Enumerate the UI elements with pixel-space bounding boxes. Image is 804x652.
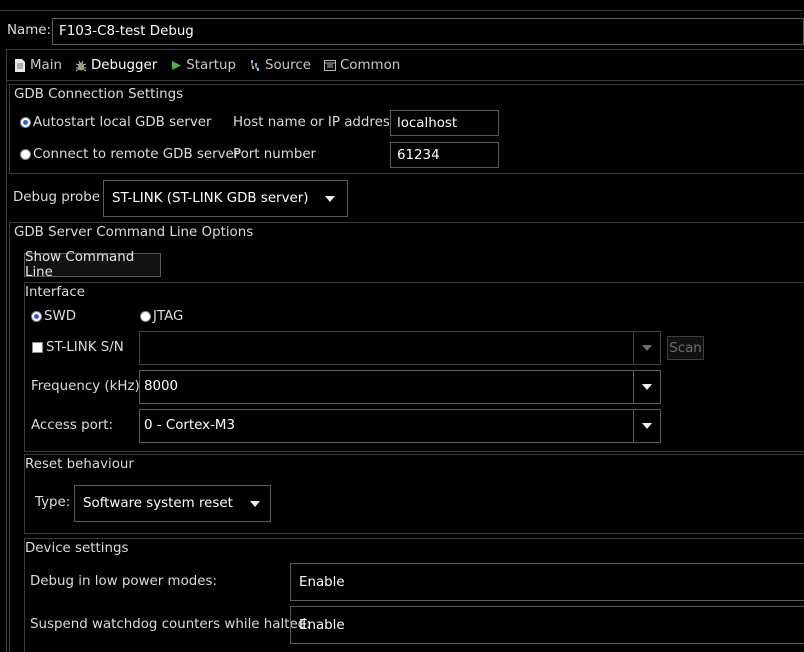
- document-icon: [15, 58, 25, 72]
- name-input[interactable]: F103-C8-test Debug: [52, 18, 804, 45]
- tab-main-label: Main: [30, 57, 62, 73]
- jtag-label: JTAG: [153, 309, 184, 324]
- frequency-combo[interactable]: 8000: [139, 370, 661, 404]
- swd-radio-button[interactable]: [31, 311, 42, 322]
- reset-title: Reset behaviour: [25, 457, 134, 472]
- top-divider: [0, 10, 803, 11]
- watchdog-select[interactable]: Enable: [290, 606, 804, 644]
- debug-probe-label: Debug probe: [13, 190, 100, 205]
- gdb-connection-title: GDB Connection Settings: [14, 87, 184, 102]
- frequency-dropdown[interactable]: [633, 371, 660, 403]
- stlink-sn-combo[interactable]: [139, 331, 661, 365]
- debug-probe-value: ST-LINK (ST-LINK GDB server): [112, 191, 309, 206]
- bug-icon: [75, 60, 87, 71]
- tab-startup[interactable]: Startup: [170, 56, 236, 74]
- port-input-value: 61234: [397, 147, 440, 163]
- access-port-combo[interactable]: 0 - Cortex-M3: [139, 409, 661, 443]
- tab-source[interactable]: Source: [249, 56, 311, 74]
- stlink-sn-checkbox[interactable]: ST-LINK S/N: [32, 340, 124, 355]
- autostart-radio[interactable]: Autostart local GDB server: [20, 115, 212, 130]
- tab-source-label: Source: [264, 57, 311, 73]
- swd-radio[interactable]: SWD: [31, 309, 76, 324]
- host-label: Host name or IP address: [233, 115, 397, 130]
- stlink-sn-label: ST-LINK S/N: [46, 340, 124, 355]
- remote-radio-button[interactable]: [20, 149, 31, 160]
- debug-probe-select[interactable]: ST-LINK (ST-LINK GDB server): [103, 180, 348, 217]
- tab-divider: [7, 80, 804, 81]
- stlink-sn-check[interactable]: [32, 342, 43, 353]
- tab-debugger-label: Debugger: [90, 57, 158, 73]
- autostart-label: Autostart local GDB server: [33, 115, 212, 130]
- scan-button[interactable]: Scan: [667, 336, 704, 360]
- tab-common[interactable]: Common: [323, 56, 401, 74]
- swd-label: SWD: [44, 309, 77, 324]
- access-port-value: 0 - Cortex-M3: [144, 418, 235, 433]
- watchdog-value: Enable: [299, 617, 345, 633]
- stlink-sn-dropdown[interactable]: [633, 332, 660, 364]
- remote-label: Connect to remote GDB server: [33, 147, 240, 162]
- name-label: Name:: [7, 23, 52, 38]
- port-label: Port number: [233, 147, 317, 162]
- source-icon: [250, 59, 259, 71]
- common-icon: [323, 59, 336, 71]
- jtag-radio-button[interactable]: [140, 311, 151, 322]
- jtag-radio[interactable]: JTAG: [140, 309, 183, 324]
- interface-title: Interface: [25, 285, 85, 300]
- chevron-down-icon: [642, 384, 652, 390]
- scan-label: Scan: [669, 340, 702, 356]
- tab-common-label: Common: [339, 57, 401, 73]
- low-power-value: Enable: [299, 574, 345, 590]
- name-input-value: F103-C8-test Debug: [59, 24, 194, 39]
- low-power-select[interactable]: Enable: [290, 563, 804, 601]
- run-icon: [172, 60, 182, 70]
- tab-debugger[interactable]: Debugger: [75, 56, 157, 74]
- low-power-label: Debug in low power modes:: [30, 574, 217, 589]
- access-port-label: Access port:: [31, 418, 114, 433]
- autostart-radio-button[interactable]: [20, 117, 31, 128]
- tab-bar: Main Debugger Startup Source Common: [14, 56, 400, 74]
- remote-radio[interactable]: Connect to remote GDB server: [20, 147, 239, 162]
- chevron-down-icon: [250, 501, 260, 507]
- access-port-dropdown[interactable]: [633, 410, 660, 442]
- host-input[interactable]: localhost: [390, 110, 499, 136]
- tab-startup-label: Startup: [186, 57, 236, 73]
- reset-type-label: Type:: [35, 495, 71, 510]
- show-command-line-button[interactable]: Show Command Line: [24, 250, 161, 280]
- device-title: Device settings: [25, 541, 129, 556]
- chevron-down-icon: [325, 196, 335, 202]
- reset-type-value: Software system reset: [83, 496, 233, 511]
- watchdog-label: Suspend watchdog counters while halted:: [30, 617, 311, 632]
- frequency-label: Frequency (kHz):: [31, 379, 145, 394]
- chevron-down-icon: [642, 345, 652, 351]
- frequency-value: 8000: [144, 379, 179, 394]
- gdb-server-title: GDB Server Command Line Options: [14, 225, 254, 240]
- tab-main[interactable]: Main: [14, 56, 62, 74]
- chevron-down-icon: [642, 423, 652, 429]
- port-input[interactable]: 61234: [390, 142, 499, 168]
- show-command-line-label: Show Command Line: [25, 250, 135, 280]
- reset-type-select[interactable]: Software system reset: [74, 485, 271, 522]
- host-input-value: localhost: [397, 115, 458, 131]
